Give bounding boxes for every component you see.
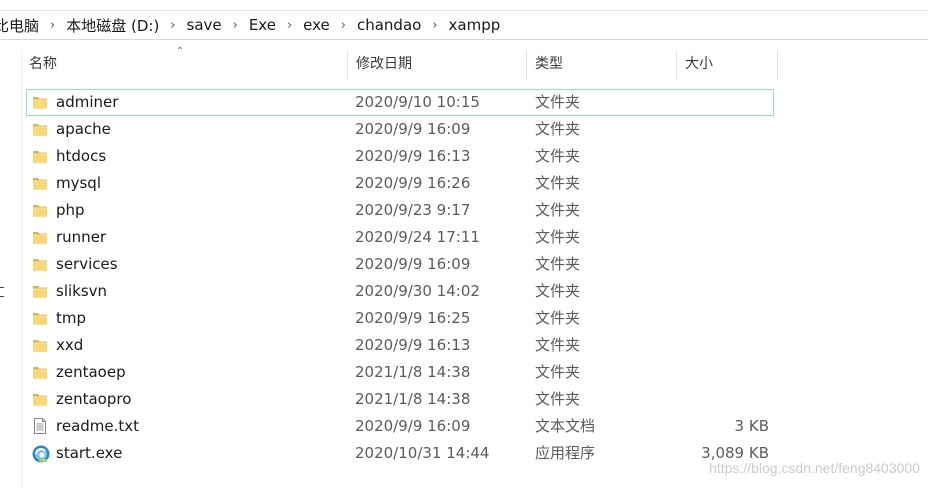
sort-ascending-icon: ⌃ [176,46,185,57]
file-type: 文件夹 [535,174,581,192]
chevron-right-icon[interactable]: › [233,18,238,33]
folder-icon [31,363,49,381]
file-row[interactable]: php 2020/9/23 9:17 文件夹 [26,197,774,224]
file-date: 2020/9/9 16:25 [355,309,471,327]
folder-icon [31,282,49,300]
column-header-size-label: 大小 [685,56,713,72]
column-header-size[interactable]: 大小 [677,50,778,80]
file-date: 2021/1/8 14:38 [355,390,471,408]
file-row[interactable]: apache 2020/9/9 16:09 文件夹 [26,116,774,143]
folder-icon [31,93,49,111]
folder-icon [31,228,49,246]
file-type: 文件夹 [535,336,581,354]
column-header-name[interactable]: ⌃ 名称 [21,46,348,80]
file-row[interactable]: services 2020/9/9 16:09 文件夹 [26,251,774,278]
file-type: 文件夹 [535,309,581,327]
folder-icon [31,120,49,138]
folder-icon [31,336,49,354]
file-type: 文件夹 [535,93,581,111]
file-row[interactable]: runner 2020/9/24 17:11 文件夹 [26,224,774,251]
file-row[interactable]: xxd 2020/9/9 16:13 文件夹 [26,332,774,359]
watermark-text: https://blog.csdn.net/feng8403000 [709,460,920,476]
file-name: services [56,255,118,273]
folder-icon [31,147,49,165]
chevron-right-icon[interactable]: › [287,18,292,33]
file-date: 2020/9/30 14:02 [355,282,480,300]
file-row[interactable]: adminer 2020/9/10 10:15 文件夹 [26,89,774,116]
breadcrumb-item[interactable]: xampp [449,16,501,34]
file-row[interactable]: mysql 2020/9/9 16:26 文件夹 [26,170,774,197]
chevron-right-icon[interactable]: › [50,18,55,33]
file-date: 2020/9/9 16:09 [355,255,471,273]
nav-pane-edge-mark [0,287,4,297]
folder-icon [31,201,49,219]
file-date: 2020/9/10 10:15 [355,93,480,111]
column-header-type[interactable]: 类型 [527,50,677,80]
file-date: 2020/9/9 16:26 [355,174,471,192]
file-date: 2021/1/8 14:38 [355,363,471,381]
file-size: 3 KB [734,417,769,435]
file-date: 2020/9/23 9:17 [355,201,471,219]
file-name: htdocs [56,147,107,165]
folder-icon [31,174,49,192]
file-type: 文件夹 [535,282,581,300]
file-name: sliksvn [56,282,108,300]
file-date: 2020/9/9 16:13 [355,336,471,354]
file-name: readme.txt [56,417,140,435]
chevron-right-icon[interactable]: › [432,18,437,33]
folder-icon [31,309,49,327]
breadcrumb-item[interactable]: 比电脑 [0,15,39,36]
file-row[interactable]: zentaoep 2021/1/8 14:38 文件夹 [26,359,774,386]
file-row[interactable]: sliksvn 2020/9/30 14:02 文件夹 [26,278,774,305]
file-name: xxd [56,336,84,354]
file-name: mysql [56,174,101,192]
file-row[interactable]: start.exe 2020/10/31 14:44 应用程序 3,089 KB [26,440,774,467]
file-name: zentaoep [56,363,126,381]
breadcrumb-item[interactable]: chandao [357,16,421,34]
column-header-bar: ⌃ 名称 修改日期 类型 大小 [0,46,928,80]
breadcrumb-item[interactable]: Exe [249,16,276,34]
file-name: start.exe [56,444,123,462]
file-name: runner [56,228,107,246]
breadcrumb-item[interactable]: 本地磁盘 (D:) [66,15,159,36]
file-date: 2020/9/9 16:13 [355,147,471,165]
nav-pane-divider [21,50,22,488]
column-header-date-label: 修改日期 [356,56,412,72]
breadcrumb: 比电脑 › 本地磁盘 (D:) › save › Exe › exe › chandao › xampp [0,10,928,40]
chevron-right-icon[interactable]: › [341,18,346,33]
file-name: apache [56,120,111,138]
folder-icon [31,255,49,273]
file-type: 文件夹 [535,147,581,165]
file-name: zentaopro [56,390,132,408]
file-row[interactable]: zentaopro 2021/1/8 14:38 文件夹 [26,386,774,413]
file-type: 文件夹 [535,390,581,408]
column-header-name-label: 名称 [29,56,57,72]
file-type: 文本文档 [535,417,596,435]
file-name: php [56,201,85,219]
file-date: 2020/10/31 14:44 [355,444,490,462]
file-date: 2020/9/24 17:11 [355,228,480,246]
file-type: 应用程序 [535,444,596,462]
file-type: 文件夹 [535,120,581,138]
file-type: 文件夹 [535,363,581,381]
file-date: 2020/9/9 16:09 [355,120,471,138]
breadcrumb-item[interactable]: exe [303,16,330,34]
file-row[interactable]: tmp 2020/9/9 16:25 文件夹 [26,305,774,332]
file-type: 文件夹 [535,201,581,219]
exe-app-icon [31,444,50,463]
chevron-right-icon[interactable]: › [170,18,175,33]
file-type: 文件夹 [535,255,581,273]
column-header-date[interactable]: 修改日期 [348,50,527,80]
file-type: 文件夹 [535,228,581,246]
text-file-icon [31,417,49,435]
file-name: tmp [56,309,87,327]
file-row[interactable]: htdocs 2020/9/9 16:13 文件夹 [26,143,774,170]
file-date: 2020/9/9 16:09 [355,417,471,435]
column-header-type-label: 类型 [535,56,563,72]
file-name: adminer [56,93,119,111]
folder-icon [31,390,49,408]
breadcrumb-item[interactable]: save [187,16,222,34]
file-row[interactable]: readme.txt 2020/9/9 16:09 文本文档 3 KB [26,413,774,440]
